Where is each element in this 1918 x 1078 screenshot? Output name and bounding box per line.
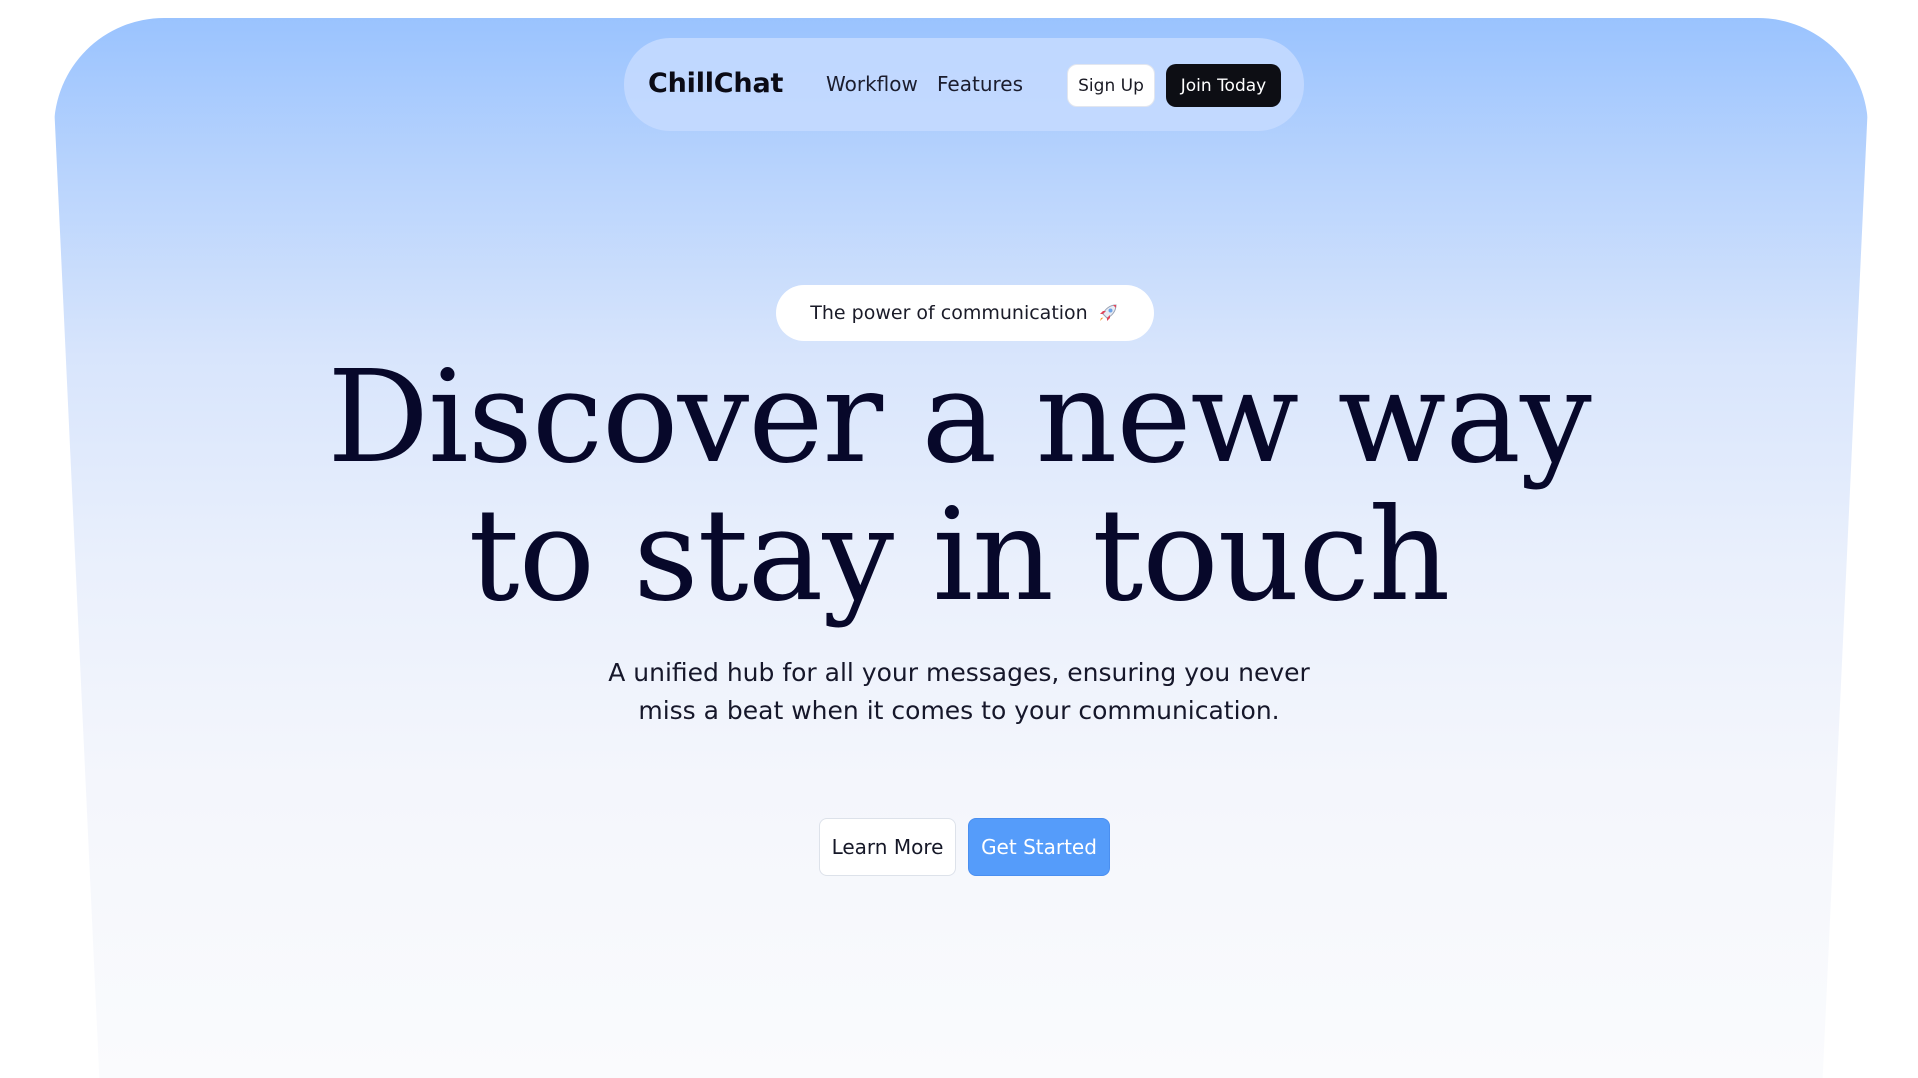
- subtitle-line-1: A unified hub for all your messages, ens…: [608, 658, 1310, 687]
- tagline-pill: The power of communication: [776, 285, 1154, 341]
- tagline-text: The power of communication: [810, 302, 1088, 324]
- headline-line-1: Discover a new way: [327, 343, 1591, 491]
- nav-link-features[interactable]: Features: [937, 71, 1023, 97]
- get-started-button[interactable]: Get Started: [968, 818, 1110, 876]
- headline-line-2: to stay in touch: [468, 481, 1451, 629]
- brand-logo[interactable]: ChillChat: [648, 66, 783, 102]
- navbar: ChillChat Workflow Features Sign Up Join…: [624, 38, 1304, 131]
- hero-headline: Discover a new way to stay in touch: [0, 348, 1918, 624]
- learn-more-button[interactable]: Learn More: [819, 818, 956, 876]
- sign-up-button[interactable]: Sign Up: [1067, 64, 1155, 107]
- subtitle-line-2: miss a beat when it comes to your commun…: [638, 696, 1280, 725]
- rocket-icon: [1096, 301, 1120, 325]
- nav-link-workflow[interactable]: Workflow: [826, 71, 918, 97]
- hero-subtitle: A unified hub for all your messages, ens…: [559, 654, 1359, 730]
- join-today-button[interactable]: Join Today: [1166, 64, 1281, 107]
